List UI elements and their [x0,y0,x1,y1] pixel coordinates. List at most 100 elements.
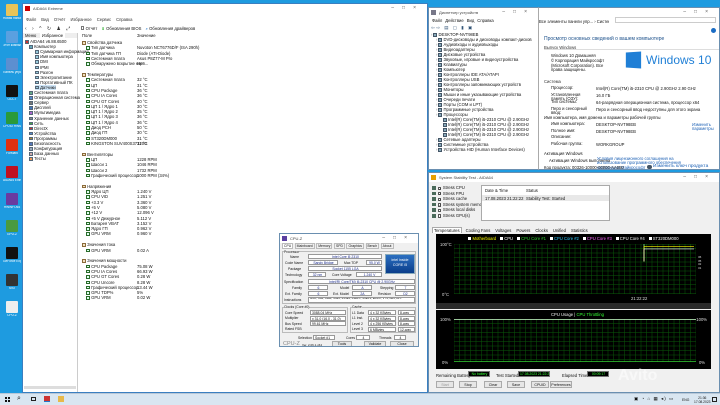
legend-checkbox-icon[interactable] [648,237,652,240]
desktop-icon[interactable]: AIDA64 Extreme [3,166,21,183]
language-indicator[interactable]: ENG [682,398,689,402]
legend-checkbox-icon[interactable] [582,237,586,240]
desktop-icon[interactable]: Панель управления [3,58,21,75]
tab-favorites[interactable]: Избранное [39,33,66,38]
tab-spd[interactable]: SPD [333,243,345,249]
menu-item[interactable]: Избранное [70,17,91,22]
search-icon[interactable]: ⌕ [17,395,21,403]
stress-checkbox[interactable]: ✓Stress cache [432,196,467,201]
close-button[interactable]: Close [390,341,414,346]
tab-menu[interactable]: Меню [25,33,36,38]
tab-about[interactable]: About [380,243,394,249]
start-button[interactable] [5,397,10,402]
tools-button[interactable]: Tools [332,341,352,346]
legend-item[interactable]: CPU Core #3 [582,236,612,241]
desktop-icon[interactable]: Этот компьютер [3,31,21,48]
desktop-icon[interactable]: GPU-Z [3,220,21,237]
tree-scrollbar[interactable] [24,386,76,389]
tab-clocks[interactable]: Clocks [534,228,549,233]
sensor-row[interactable]: KINGSTON SUV400S37120G 31 °C [86,141,406,146]
clock[interactable]: 21:36 17.08.2023 [694,396,711,404]
window-controls[interactable]: –□× [683,173,716,182]
menu-item[interactable]: Справка [477,18,493,23]
clear-button[interactable]: Clear [484,381,502,388]
desktop-icon[interactable]: GeForce Experience [3,247,21,264]
legend-item[interactable]: CPU [500,236,513,241]
tray-icons[interactable]: ▣ ◔ ⌂ ▦ ◂) ▭ [634,396,674,402]
device-category[interactable]: › Устройства HID (Human Interface Devices… [436,147,525,152]
bios-update-button[interactable]: Обновления BIOS [106,26,141,31]
preferences-button[interactable]: Preferences [550,381,572,388]
stress-checkbox[interactable]: Stress local disks [432,207,475,212]
menu-item[interactable]: Файл [26,17,36,22]
nav-icons[interactable]: ‹ › ^ ↻ ♟ ⤢ [25,26,72,32]
tab-powers[interactable]: Powers [515,228,531,233]
tab-graphics[interactable]: Graphics [346,243,365,249]
tab-cooling-fans[interactable]: Cooling Fans [465,228,492,233]
start-button[interactable]: Start [436,381,454,388]
menu-item[interactable]: Вид [41,17,49,22]
column-value[interactable]: Значение [137,33,156,38]
menu-item[interactable]: Действие [445,18,463,23]
desktop-icon[interactable]: FurMark [3,139,21,156]
tab-temperatures[interactable]: Temperatures [432,227,462,233]
validate-button[interactable]: Validate [364,341,386,346]
stress-checkbox[interactable]: ✓Stress CPU [432,185,465,190]
taskbar-app-explorer[interactable] [58,396,64,402]
sensor-row[interactable]: Обнаружено вскрытие корп... Нет [86,61,406,66]
taskbar-app-aida64[interactable] [44,396,50,402]
menu-item[interactable]: Сервис [97,17,111,22]
help-icon[interactable] [711,28,716,33]
desktop-icon[interactable]: HWiNFO64 [3,193,21,210]
legend-item[interactable]: CPU Core #1 [517,236,546,241]
menu-item[interactable]: Файл [432,18,442,23]
tab-voltages[interactable]: Voltages [494,228,512,233]
tab-cpu[interactable]: CPU [282,243,294,249]
search-box[interactable] [615,17,716,23]
stress-checkbox[interactable]: Stress GPU(s) [432,213,470,218]
report-button[interactable]: Отчёт [86,26,98,31]
change-key-link[interactable]: Изменить ключ продукта [653,164,708,169]
stop-button[interactable]: Stop [459,381,477,388]
sensor-row[interactable]: Графический процессор 1000 RPM (34%) [86,173,406,178]
desktop-icon[interactable]: MSI [3,274,21,291]
legend-checkbox-icon[interactable] [517,237,521,240]
expand-chevron-icon[interactable]: › [436,147,437,152]
legend-item[interactable]: CPU Core #4 [615,236,645,241]
breadcrumb[interactable]: Все элементы панели упр... › Система [539,19,609,24]
legend-item[interactable]: CPU Core #2 [549,236,579,241]
window-controls[interactable]: –□× [382,234,415,243]
notifications-icon[interactable] [712,397,717,402]
menu-item[interactable]: Отчёт [54,17,66,22]
desktop-icon[interactable]: Новая папка [3,4,21,21]
desktop-icon[interactable]: CPUID HWMonitor [3,112,21,129]
cpuid-button[interactable]: CPUID [531,381,549,388]
tab-statistics[interactable]: Statistics [570,228,589,233]
legend-checkbox-icon[interactable] [500,237,504,240]
window-controls[interactable]: –□× [502,8,535,17]
menu-item[interactable]: Справка [116,17,132,22]
tab-mainboard[interactable]: Mainboard [294,243,315,249]
expand-chevron-icon[interactable]: › [431,32,432,37]
tree-item[interactable]: Тесты [29,156,46,161]
driver-update-button[interactable]: Обновления драйверов [149,26,195,31]
legend-checkbox-icon[interactable] [615,237,619,240]
devmgr-toolbar-icons[interactable]: ⇦⇨ ▤ ▢ ▮ ▣ [431,25,474,31]
expand-chevron-icon[interactable]: › [436,112,437,117]
stress-checkbox[interactable]: ✓Stress system memory [432,202,485,207]
desktop-icon[interactable]: CPU-Z [3,301,21,318]
change-settings-link[interactable]: Изменить параметры [692,122,714,131]
menu-item[interactable]: Вид [467,18,475,23]
legend-item[interactable]: Motherboard [468,236,496,241]
legend-checkbox-icon[interactable] [549,237,553,240]
socket-select[interactable]: Socket #1 [313,335,335,340]
legend-item[interactable]: ST320DM000 [648,236,679,241]
task-view-icon[interactable] [31,397,36,401]
stress-checkbox[interactable]: ✓Stress FPU [432,191,464,196]
tab-unified[interactable]: Unified [552,228,567,233]
desktop-icon[interactable]: OCCT [3,85,21,102]
tab-bench[interactable]: Bench [365,243,380,249]
window-controls[interactable]: –□× [683,8,716,17]
column-field[interactable]: Поле [82,33,92,38]
tab-memory[interactable]: Memory [316,243,333,249]
